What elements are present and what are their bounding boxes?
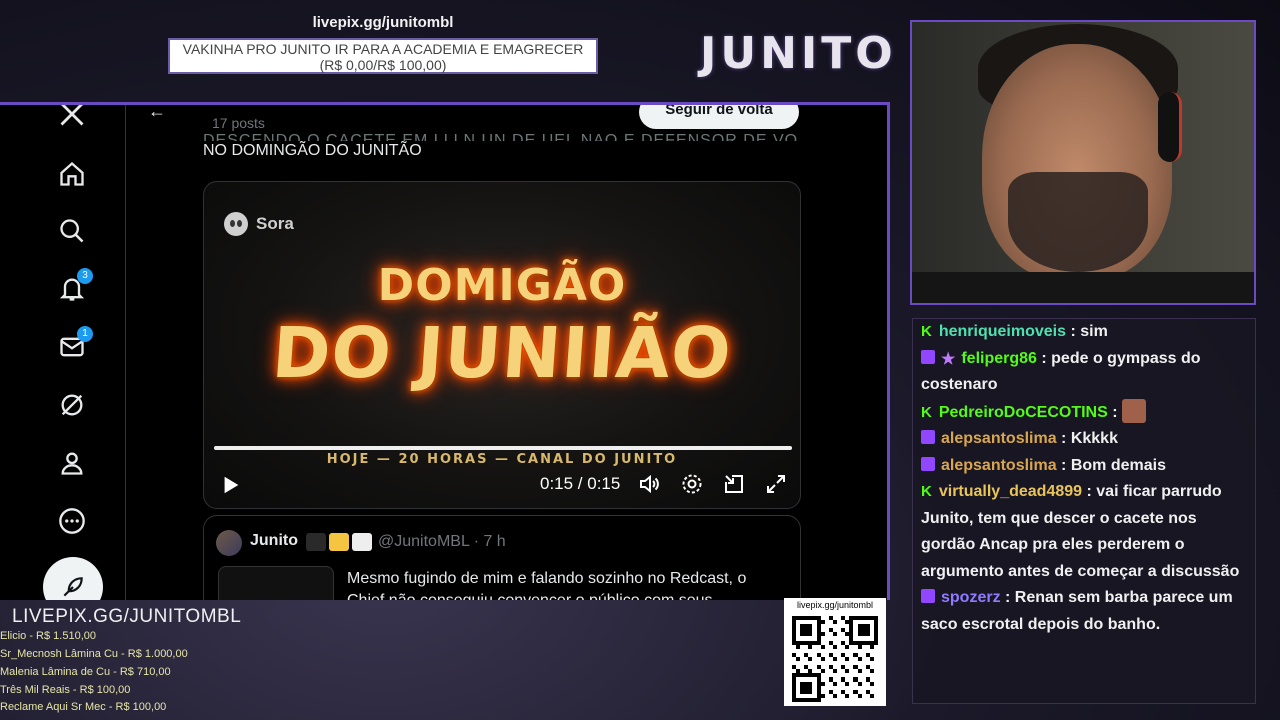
video-progress-fill: [214, 446, 792, 450]
twitch-badge-icon: [921, 456, 935, 471]
chat-separator: :: [1036, 349, 1052, 367]
webcam-feed: [910, 20, 1256, 305]
back-button[interactable]: ←: [148, 105, 166, 122]
twitter-sidebar: 3 1: [0, 105, 126, 600]
chat-separator: :: [1082, 483, 1097, 500]
donor-entry: Reclame Aqui Sr Mec - R$ 100,00: [0, 701, 167, 713]
chat-message: spozerz : Renan sem barba parece um saco…: [921, 585, 1247, 638]
compose-button[interactable]: [43, 557, 103, 600]
kick-badge-icon: K: [921, 483, 932, 500]
avatar[interactable]: [216, 530, 242, 556]
video-progress-bar[interactable]: [214, 446, 792, 450]
chat-text: Bom demais: [1070, 456, 1166, 474]
profile-icon[interactable]: [57, 448, 87, 478]
tweet-text: DESCENDO O CACETE EM LLLN UN DE UEL NAO …: [203, 131, 798, 161]
kick-badge-icon: K: [921, 323, 932, 340]
chat-message-list: Khenriqueimoveis : sim ★ feliperg86 : pede…: [921, 319, 1247, 638]
notifications-icon[interactable]: 3: [57, 268, 93, 304]
chat-username[interactable]: PedreiroDoCECOTINS: [939, 404, 1108, 421]
goal-title: VAKINHA PRO JUNITO IR PARA A ACADEMIA E …: [182, 41, 584, 57]
chat-message: Kvirtually_dead4899 : vai ficar parrudo …: [921, 479, 1247, 585]
white-square-emoji-icon: [352, 533, 372, 551]
top-donation-url: livepix.gg/junitombl: [312, 14, 454, 31]
picture-in-picture-icon[interactable]: [722, 472, 746, 496]
sora-badge: Sora: [224, 212, 294, 236]
webcam-shirt: [912, 272, 1254, 303]
home-icon[interactable]: [57, 159, 87, 189]
donation-goal-box: VAKINHA PRO JUNITO IR PARA A ACADEMIA E …: [168, 38, 598, 74]
chat-emote-icon: [1121, 398, 1146, 423]
notifications-badge: 3: [77, 268, 93, 284]
sora-label: Sora: [256, 214, 294, 233]
chat-text: sim: [1080, 323, 1108, 340]
chat-separator: :: [1056, 456, 1071, 474]
webcam-beard: [1008, 172, 1148, 272]
chat-separator: :: [1066, 323, 1081, 340]
chat-username[interactable]: alepsantoslima: [941, 430, 1057, 447]
channel-logo: JUNITO: [700, 28, 897, 79]
volume-icon[interactable]: [638, 472, 662, 496]
bottom-donation-url: LIVEPIX.GG/JUNITOMBL: [12, 606, 242, 627]
qr-code: livepix.gg/junitombl: [784, 598, 886, 706]
chat-username[interactable]: feliperg86: [961, 350, 1037, 367]
twitch-badge-icon: [921, 430, 935, 444]
star-badge-icon: ★: [941, 350, 956, 368]
qr-code-icon: [792, 616, 878, 702]
timeline-column: ← 17 posts Seguir de volta DESCENDO O CA…: [126, 105, 886, 600]
twitch-badge-icon: [921, 589, 935, 603]
chat-separator: :: [1000, 589, 1015, 606]
chat-separator: :: [1107, 403, 1122, 421]
search-icon[interactable]: [57, 216, 87, 246]
qr-label: livepix.gg/junitombl: [796, 600, 874, 610]
video-title-line1: DOMIGÃO: [377, 260, 627, 311]
tweet-thumbnail[interactable]: [218, 566, 334, 600]
messages-icon[interactable]: 1: [57, 326, 93, 362]
chat-separator: :: [1056, 430, 1071, 447]
chat-message: Khenriqueimoveis : sim: [921, 319, 1247, 346]
video-subtitle: HOJE — 20 HORAS — CANAL DO JUNITO: [326, 452, 678, 467]
play-icon[interactable]: [220, 474, 242, 496]
tweet-author-name[interactable]: Junito: [250, 532, 298, 550]
chat-username[interactable]: alepsantoslima: [941, 457, 1057, 474]
black-square-emoji-icon: [306, 533, 326, 551]
compose-icon: [63, 577, 83, 597]
sora-logo-icon: [224, 212, 248, 236]
video-title-line2: DO JUNIIÃO: [269, 312, 735, 394]
tweet-author-handle[interactable]: @JunitoMBL · 7 h: [378, 533, 506, 551]
kick-badge-icon: K: [921, 403, 932, 421]
twitter-window: 3 1 ← 17 posts Seguir de volta DESCENDO …: [0, 102, 890, 600]
more-icon[interactable]: [57, 506, 87, 536]
donor-entry: Três Mil Reais - R$ 100,00: [0, 684, 131, 696]
chat-message: ★ feliperg86 : pede o gympass do costenar…: [921, 346, 1247, 399]
goal-progress: (R$ 0,00/R$ 100,00): [319, 57, 447, 73]
chat-message: K PedreiroDoCECOTINS :: [921, 398, 1247, 427]
chat-username[interactable]: henriqueimoveis: [939, 323, 1066, 340]
headset-icon: [1158, 92, 1182, 162]
fullscreen-icon[interactable]: [764, 472, 788, 496]
posts-count: 17 posts: [212, 115, 265, 131]
follow-back-button[interactable]: Seguir de volta: [639, 105, 799, 129]
x-logo-icon[interactable]: [57, 105, 87, 129]
donor-entry: Sr_Mecnosh Lâmina Cu - R$ 1.000,00: [0, 648, 188, 660]
quoted-tweet-text: Mesmo fugindo de mim e falando sozinho n…: [347, 570, 747, 600]
chat-text: Kkkkk: [1070, 430, 1118, 447]
quoted-tweet[interactable]: Junito @JunitoMBL · 7 h Mesmo fugindo de…: [203, 515, 801, 600]
video-player[interactable]: Sora DOMIGÃO DO JUNIIÃO HOJE — 20 HORAS …: [203, 181, 801, 509]
chat-username[interactable]: spozerz: [941, 589, 1001, 606]
tweet-text-line: NO DOMINGÃO DO JUNITÃO: [203, 142, 422, 159]
chat-panel: Khenriqueimoveis : sim ★ feliperg86 : pede…: [912, 318, 1256, 704]
donor-entry: Elicio - R$ 1.510,00: [0, 630, 96, 642]
chat-message: alepsantoslima : Kkkkk: [921, 426, 1247, 453]
chat-username[interactable]: virtually_dead4899: [939, 483, 1082, 500]
donor-entry: Malenia Lâmina de Cu - R$ 710,00: [0, 666, 171, 678]
twitch-badge-icon: [921, 349, 935, 364]
settings-gear-icon[interactable]: [680, 472, 704, 496]
yellow-square-emoji-icon: [329, 533, 349, 551]
tweet-text-cut: DESCENDO O CACETE EM LLLN UN DE UEL NAO …: [203, 132, 799, 141]
messages-badge: 1: [77, 326, 93, 342]
grok-icon[interactable]: [57, 390, 87, 420]
chat-message: alepsantoslima : Bom demais: [921, 453, 1247, 480]
video-time: 0:15 / 0:15: [540, 474, 621, 493]
